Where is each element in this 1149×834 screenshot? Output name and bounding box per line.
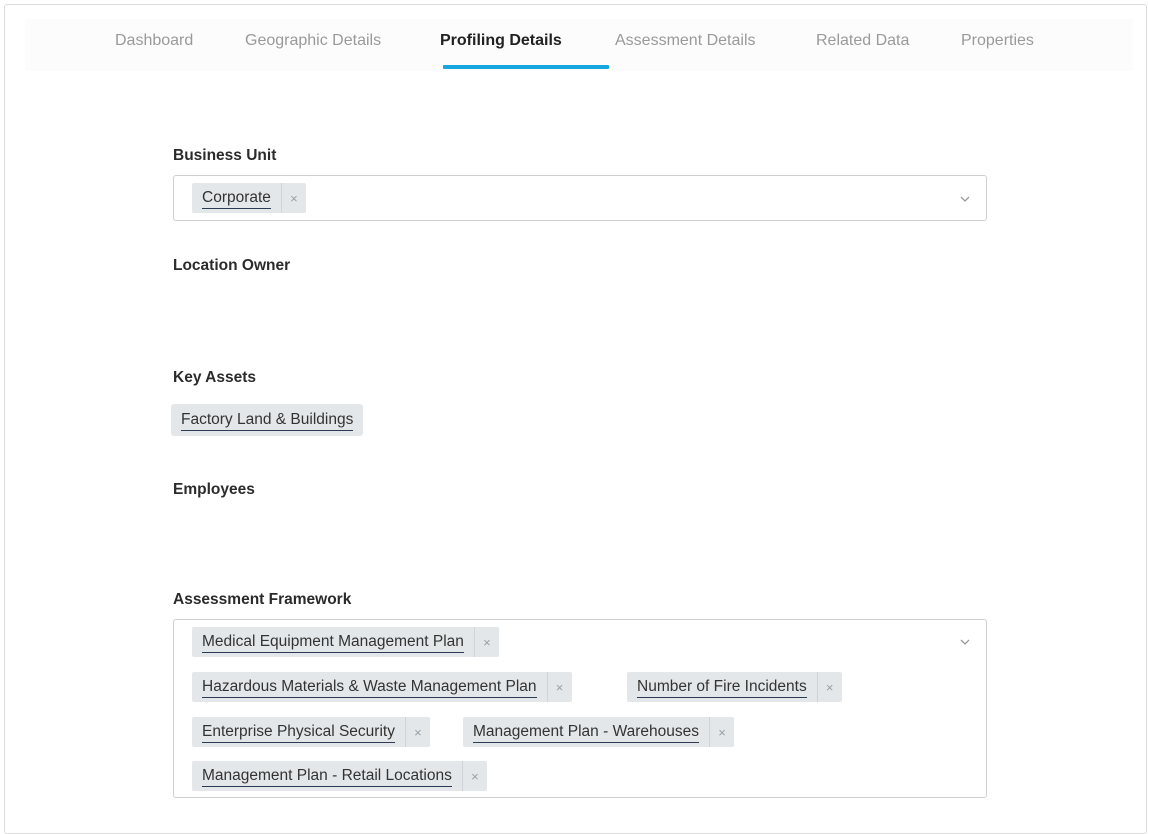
tab-related-data[interactable]: Related Data	[816, 19, 909, 71]
assessment-framework-chip: Medical Equipment Management Plan ×	[192, 627, 499, 657]
assessment-framework-label: Assessment Framework	[173, 591, 352, 608]
active-tab-indicator	[443, 65, 609, 69]
tab-assessment-details[interactable]: Assessment Details	[615, 19, 756, 71]
chip-label: Corporate	[202, 189, 271, 209]
close-icon[interactable]: ×	[709, 717, 734, 747]
close-icon[interactable]: ×	[461, 761, 487, 791]
chip-label: Factory Land & Buildings	[181, 411, 354, 431]
assessment-framework-chip: Enterprise Physical Security ×	[192, 717, 430, 747]
close-icon[interactable]: ×	[404, 717, 430, 747]
business-unit-chip: Corporate ×	[192, 183, 306, 213]
chip-label: Number of Fire Incidents	[637, 678, 807, 698]
assessment-framework-chip: Number of Fire Incidents ×	[627, 672, 842, 702]
close-icon[interactable]: ×	[473, 627, 499, 657]
chip-label: Management Plan - Warehouses	[473, 723, 700, 743]
employees-label: Employees	[173, 481, 255, 498]
key-asset-chip[interactable]: Factory Land & Buildings	[171, 404, 364, 436]
business-unit-label: Business Unit	[173, 147, 277, 164]
chevron-down-icon[interactable]	[958, 192, 972, 206]
location-owner-label: Location Owner	[173, 257, 291, 274]
chip-label: Medical Equipment Management Plan	[202, 633, 464, 653]
close-icon[interactable]: ×	[816, 672, 842, 702]
close-icon[interactable]: ×	[546, 672, 572, 702]
business-unit-select[interactable]: Corporate ×	[173, 175, 987, 221]
assessment-framework-chip: Management Plan - Retail Locations ×	[192, 761, 487, 791]
assessment-framework-chip: Hazardous Materials & Waste Management P…	[192, 672, 572, 702]
chip-label: Hazardous Materials & Waste Management P…	[202, 678, 537, 698]
close-icon[interactable]: ×	[280, 183, 306, 213]
chevron-down-icon[interactable]	[958, 635, 972, 649]
profile-panel: Dashboard Geographic Details Profiling D…	[4, 4, 1147, 834]
tab-bar: Dashboard Geographic Details Profiling D…	[25, 19, 1133, 71]
tab-geographic-details[interactable]: Geographic Details	[245, 19, 381, 71]
assessment-framework-chip: Management Plan - Warehouses ×	[463, 717, 735, 747]
tab-profiling-details[interactable]: Profiling Details	[440, 19, 562, 71]
key-assets-label: Key Assets	[173, 369, 257, 386]
assessment-framework-select[interactable]: Medical Equipment Management Plan × Haza…	[173, 619, 987, 798]
chip-label: Management Plan - Retail Locations	[202, 767, 452, 787]
tab-properties[interactable]: Properties	[961, 19, 1034, 71]
tab-dashboard[interactable]: Dashboard	[115, 19, 193, 71]
chip-label: Enterprise Physical Security	[202, 723, 395, 743]
